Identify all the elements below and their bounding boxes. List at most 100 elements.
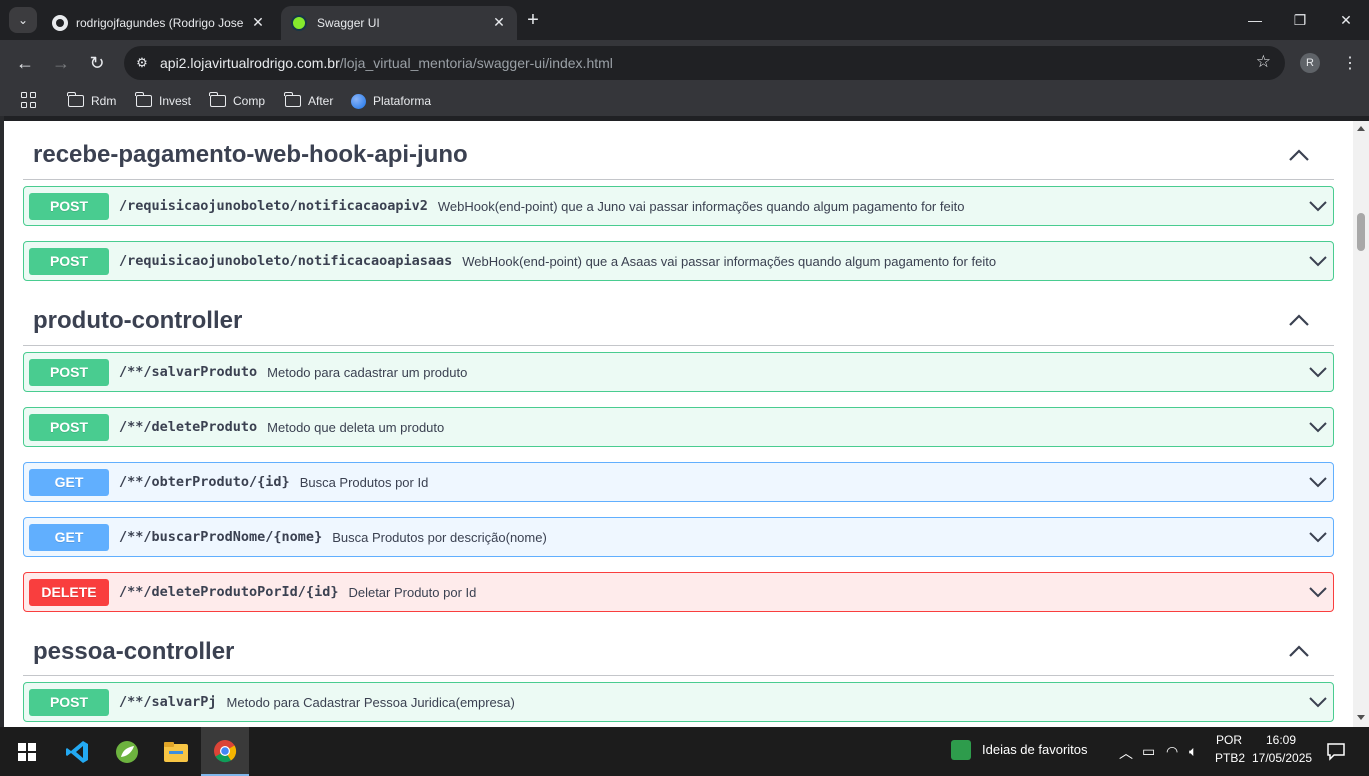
page-scrollbar[interactable] [1353, 121, 1369, 727]
method-badge: DELETE [29, 578, 109, 606]
clock-time[interactable]: 16:09 [1266, 733, 1296, 747]
show-hidden-icons-icon[interactable]: ︿ [1119, 743, 1133, 763]
windows-taskbar: Ideias de favoritos ︿ ▭ ◠ 🔈︎ POR PTB2 16… [0, 727, 1369, 776]
operation-row[interactable]: POST /requisicaojunoboleto/notificacaoap… [23, 186, 1334, 226]
battery-icon[interactable]: ▭ [1142, 743, 1155, 760]
operation-summary: Metodo para cadastrar um produto [267, 364, 468, 380]
operation-row[interactable]: POST /**/deleteProduto Metodo que deleta… [23, 407, 1334, 447]
operation-row[interactable]: GET /**/buscarProdNome/{nome} Busca Prod… [23, 517, 1334, 557]
chevron-down-icon[interactable] [1307, 251, 1329, 271]
widget-label[interactable]: Ideias de favoritos [982, 742, 1088, 757]
folder-icon [135, 92, 152, 107]
operation-row[interactable]: POST /requisicaojunoboleto/notificacaoap… [23, 241, 1334, 281]
folder-icon [209, 92, 226, 107]
reload-button[interactable]: ↻ [84, 50, 110, 76]
operation-summary: WebHook(end-point) que a Juno vai passar… [437, 198, 965, 214]
taskbar-chrome[interactable] [201, 727, 249, 776]
section-title[interactable]: pessoa-controller [33, 638, 234, 666]
operation-path: /**/deleteProdutoPorId/{id} [119, 584, 339, 600]
operation-path: /**/deleteProduto [119, 419, 258, 435]
chevron-down-icon[interactable] [1307, 417, 1329, 437]
chevron-down-icon[interactable] [1307, 362, 1329, 382]
chevron-down-icon[interactable] [1307, 527, 1329, 547]
vscode-icon [66, 740, 88, 763]
url-text[interactable]: api2.lojavirtualrodrigo.com.br/loja_virt… [160, 55, 613, 71]
section-title[interactable]: produto-controller [33, 307, 242, 335]
method-badge: GET [29, 468, 109, 496]
bookmark-comp[interactable]: Comp [209, 91, 265, 111]
swagger-page: recebe-pagamento-web-hook-api-juno POST … [4, 121, 1369, 727]
operation-row[interactable]: POST /**/salvarProduto Metodo para cadas… [23, 352, 1334, 392]
taskbar-file-explorer[interactable] [152, 727, 200, 776]
operation-summary: Busca Produtos por descrição(nome) [332, 529, 547, 545]
operation-path: /**/obterProduto/{id} [119, 474, 290, 490]
site-info-icon[interactable]: ⚙ [132, 53, 152, 73]
restore-button[interactable]: ❐ [1277, 6, 1323, 34]
scroll-down-arrow-icon[interactable] [1357, 715, 1365, 720]
section-divider [23, 345, 1334, 346]
operation-summary: Metodo para Cadastrar Pessoa Juridica(em… [226, 694, 515, 710]
bookmark-after[interactable]: After [284, 91, 333, 111]
operation-path: /**/salvarProduto [119, 364, 258, 380]
operation-row[interactable]: GET /**/obterProduto/{id} Busca Produtos… [23, 462, 1334, 502]
forward-button[interactable]: → [48, 50, 74, 76]
swagger-icon [291, 15, 307, 31]
operation-summary: Deletar Produto por Id [348, 584, 477, 600]
method-badge: POST [29, 192, 109, 220]
close-tab-icon[interactable]: ✕ [248, 12, 268, 32]
method-badge: POST [29, 688, 109, 716]
method-badge: POST [29, 358, 109, 386]
file-explorer-icon [164, 741, 188, 762]
minimize-button[interactable]: — [1232, 6, 1278, 34]
clock-date[interactable]: 17/05/2025 [1252, 751, 1312, 765]
scroll-up-arrow-icon[interactable] [1357, 126, 1365, 131]
keyboard-layout[interactable]: PTB2 [1215, 751, 1245, 765]
tab-github[interactable]: rodrigojfagundes (Rodrigo Jose ✕ [44, 6, 276, 40]
chevron-up-icon[interactable] [1287, 310, 1311, 330]
bookmark-star-icon[interactable]: ☆ [1256, 52, 1271, 72]
method-badge: POST [29, 247, 109, 275]
start-button[interactable] [3, 727, 51, 776]
chevron-down-icon[interactable] [1307, 582, 1329, 602]
more-menu-icon[interactable]: ⋮ [1340, 52, 1360, 74]
taskbar-spring-tools[interactable] [103, 727, 151, 776]
chevron-down-icon[interactable] [1307, 196, 1329, 216]
method-badge: GET [29, 523, 109, 551]
close-tab-icon[interactable]: ✕ [489, 12, 509, 32]
chevron-down-icon[interactable] [1307, 472, 1329, 492]
wifi-icon[interactable]: ◠ [1166, 743, 1178, 760]
profile-avatar[interactable]: R [1300, 53, 1320, 73]
operation-summary: Busca Produtos por Id [299, 474, 429, 490]
favorites-widget-icon[interactable] [951, 740, 971, 760]
address-bar[interactable]: ⚙ api2.lojavirtualrodrigo.com.br/loja_vi… [124, 46, 1285, 80]
operation-row[interactable]: POST /**/salvarPj Metodo para Cadastrar … [23, 682, 1334, 722]
operation-row[interactable]: DELETE /**/deleteProdutoPorId/{id} Delet… [23, 572, 1334, 612]
volume-icon[interactable]: 🔈︎ [1189, 743, 1197, 760]
scrollbar-thumb[interactable] [1357, 213, 1365, 251]
bookmark-rdm[interactable]: Rdm [67, 91, 116, 111]
tab-strip: ⌄ rodrigojfagundes (Rodrigo Jose ✕ Swagg… [0, 0, 1369, 40]
bookmark-plataforma[interactable]: Plataforma [351, 91, 431, 111]
bookmarks-bar: Rdm Invest Comp After Plataforma [0, 86, 1369, 116]
bookmark-invest[interactable]: Invest [135, 91, 191, 111]
back-button[interactable]: ← [12, 50, 38, 76]
folder-icon [67, 92, 84, 107]
tab-swagger[interactable]: Swagger UI ✕ [281, 6, 517, 40]
apps-grid-icon[interactable] [21, 92, 37, 108]
section-title[interactable]: recebe-pagamento-web-hook-api-juno [33, 141, 468, 169]
globe-icon [351, 93, 366, 109]
operation-summary: WebHook(end-point) que a Asaas vai passa… [462, 253, 997, 269]
chevron-up-icon[interactable] [1287, 641, 1311, 661]
operation-path: /**/salvarPj [119, 694, 217, 710]
github-icon [52, 15, 68, 31]
tab-search-button[interactable]: ⌄ [9, 7, 37, 33]
taskbar-vscode[interactable] [53, 727, 101, 776]
new-tab-button[interactable]: + [521, 8, 545, 32]
chevron-down-icon[interactable] [1307, 692, 1329, 712]
close-window-button[interactable]: ✕ [1323, 6, 1369, 34]
notification-center-icon[interactable] [1326, 741, 1346, 761]
language-code[interactable]: POR [1216, 733, 1242, 747]
tab-title: Swagger UI [317, 16, 380, 30]
chevron-up-icon[interactable] [1287, 145, 1311, 165]
windows-logo-icon [18, 742, 36, 761]
